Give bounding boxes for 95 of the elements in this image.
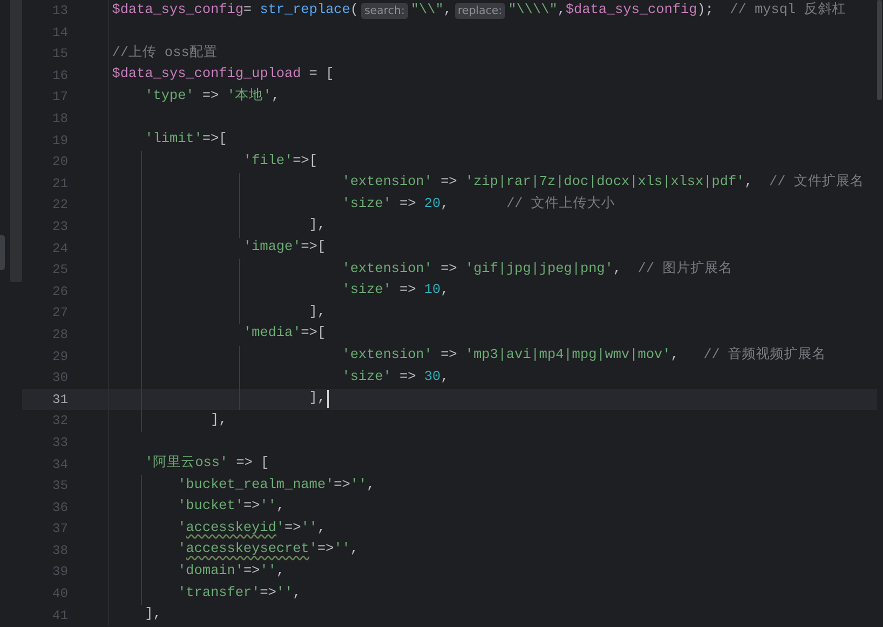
code-text: , bbox=[292, 584, 301, 603]
string-literal: '' bbox=[260, 562, 276, 581]
code-text: ], bbox=[210, 412, 228, 430]
string-literal: ' bbox=[178, 541, 186, 560]
code-text: => bbox=[243, 562, 260, 581]
string-literal: "\\\\" bbox=[508, 2, 558, 20]
code-text: => bbox=[243, 498, 260, 516]
number-literal: 10 bbox=[424, 282, 441, 300]
code-text: =>[ bbox=[202, 131, 228, 150]
string-literal: 'extension' bbox=[342, 260, 432, 279]
code-text: => bbox=[317, 541, 334, 560]
number-literal: 30 bbox=[424, 368, 441, 387]
string-literal: 'image' bbox=[243, 239, 301, 258]
code-comment: // mysql 反斜杠 bbox=[730, 0, 846, 20]
code-comment: // 文件上传大小 bbox=[506, 194, 615, 214]
string-literal: 'gif|jpg|jpeg|png' bbox=[465, 260, 614, 279]
string-literal: 'size' bbox=[342, 196, 392, 214]
variable-name: $data_sys_config bbox=[566, 2, 698, 20]
number-literal: 20 bbox=[424, 196, 441, 214]
code-text: , bbox=[271, 88, 280, 106]
string-literal: '' bbox=[350, 476, 367, 495]
string-literal: 'bucket' bbox=[178, 498, 244, 516]
code-text: ], bbox=[309, 217, 326, 236]
line-number: 31 bbox=[51, 390, 68, 409]
code-text: =>[ bbox=[300, 325, 326, 344]
code-comment: // 音频视频扩展名 bbox=[703, 346, 826, 366]
string-literal: "\\" bbox=[410, 2, 444, 20]
code-comment: //上传 oss配置 bbox=[112, 44, 218, 63]
code-text: , bbox=[744, 174, 754, 192]
function-name: str_replace bbox=[260, 2, 350, 20]
code-text: , bbox=[440, 368, 449, 387]
code-text: , bbox=[440, 196, 450, 214]
misspelled-word: accesskeysecret bbox=[186, 541, 310, 560]
code-text: ], bbox=[309, 390, 326, 408]
string-literal: 'domain' bbox=[178, 562, 244, 581]
string-literal: 'zip|rar|7z|doc|docx|xls|xlsx|pdf' bbox=[465, 174, 745, 192]
code-text: , bbox=[317, 520, 326, 538]
code-text: , bbox=[670, 347, 680, 366]
variable-name: $data_sys_config_upload bbox=[112, 66, 301, 84]
code-text: => bbox=[440, 174, 458, 192]
panel-handle[interactable] bbox=[0, 235, 5, 270]
string-literal: 'type' bbox=[144, 88, 194, 106]
string-literal: '' bbox=[334, 541, 350, 560]
string-literal: 'bucket_realm_name' bbox=[178, 476, 334, 495]
code-text: , bbox=[613, 260, 622, 279]
parameter-hint: search: bbox=[361, 2, 408, 19]
string-literal: 'size' bbox=[342, 282, 392, 300]
code-text: =>[ bbox=[292, 152, 318, 171]
code-text: => bbox=[202, 88, 220, 106]
code-text: ( bbox=[350, 2, 358, 20]
code-text: = [ bbox=[309, 66, 334, 84]
code-text: = bbox=[243, 2, 253, 20]
variable-name: $data_sys_config bbox=[112, 2, 244, 20]
code-text: , bbox=[366, 476, 375, 495]
string-literal: 'media' bbox=[243, 325, 301, 344]
string-literal: 'file' bbox=[243, 152, 293, 171]
string-literal: ' bbox=[178, 520, 186, 538]
string-literal: 'mp3|avi|mp4|mpg|wmv|mov' bbox=[465, 347, 671, 366]
code-text: =>[ bbox=[300, 239, 326, 258]
string-literal: ' bbox=[309, 541, 318, 560]
code-text: => bbox=[440, 347, 458, 366]
misspelled-word: accesskeyid bbox=[186, 520, 276, 538]
string-literal: 'transfer' bbox=[178, 584, 260, 603]
code-text: , bbox=[444, 2, 452, 20]
string-literal: ' bbox=[276, 520, 285, 538]
parameter-hint: replace: bbox=[454, 2, 506, 19]
string-literal: 'limit' bbox=[144, 131, 202, 150]
code-text: => bbox=[284, 520, 301, 538]
string-literal: 'size' bbox=[342, 368, 392, 387]
code-text: ], bbox=[144, 606, 162, 624]
code-text: , bbox=[557, 2, 566, 20]
string-literal: '' bbox=[260, 498, 276, 516]
string-literal: '本地' bbox=[227, 86, 272, 106]
code-comment: // 文件扩展名 bbox=[769, 173, 864, 192]
code-text: , bbox=[276, 562, 285, 581]
code-text: => bbox=[440, 260, 458, 279]
code-comment: // 图片扩展名 bbox=[638, 260, 732, 279]
code-text: ); bbox=[697, 2, 714, 20]
code-text: => bbox=[400, 368, 417, 387]
code-text: => bbox=[400, 282, 417, 300]
string-literal: '' bbox=[276, 584, 293, 603]
code-text: , bbox=[276, 498, 285, 516]
text-cursor bbox=[326, 390, 329, 408]
string-literal: '' bbox=[300, 520, 318, 538]
code-text: => bbox=[400, 196, 417, 214]
code-text: , bbox=[350, 541, 358, 560]
code-text: => [ bbox=[236, 454, 270, 473]
code-text: ], bbox=[309, 304, 326, 322]
scrollbar-thumb[interactable] bbox=[877, 0, 882, 100]
code-text: , bbox=[440, 282, 449, 300]
code-text: => bbox=[260, 584, 276, 603]
code-text: => bbox=[334, 476, 350, 495]
string-literal: 'extension' bbox=[342, 347, 432, 366]
string-literal: 'extension' bbox=[342, 174, 432, 192]
string-literal: '阿里云oss' bbox=[144, 454, 228, 473]
